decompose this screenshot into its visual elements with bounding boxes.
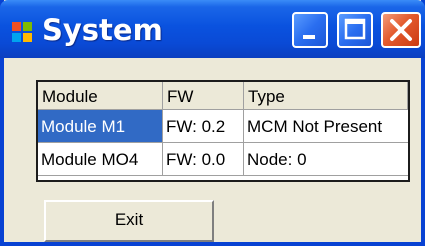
cell-type[interactable]: Node: 0 [244, 143, 408, 176]
system-window: System Module FW Type Module M1 FW: 0.2 … [0, 0, 425, 246]
close-icon [390, 19, 412, 41]
window-title: System [42, 13, 163, 47]
cell-module-name[interactable]: Module M1 [38, 110, 163, 143]
windows-flag-icon [10, 20, 34, 44]
minimize-icon [303, 35, 315, 39]
module-grid[interactable]: Module FW Type Module M1 FW: 0.2 MCM Not… [36, 80, 410, 182]
cell-module-name[interactable]: Module MO4 [38, 143, 163, 176]
close-button[interactable] [381, 12, 421, 48]
cell-fw[interactable]: FW: 0.2 [163, 110, 244, 143]
column-header-fw[interactable]: FW [163, 82, 244, 110]
exit-button[interactable]: Exit [44, 200, 214, 242]
maximize-button[interactable] [337, 12, 373, 48]
column-header-type[interactable]: Type [244, 82, 408, 110]
column-header-module[interactable]: Module [38, 82, 163, 110]
minimize-button[interactable] [292, 12, 328, 48]
cell-type[interactable]: MCM Not Present [244, 110, 408, 143]
maximize-icon [344, 18, 366, 40]
cell-fw[interactable]: FW: 0.0 [163, 143, 244, 176]
title-bar[interactable]: System [0, 0, 425, 58]
